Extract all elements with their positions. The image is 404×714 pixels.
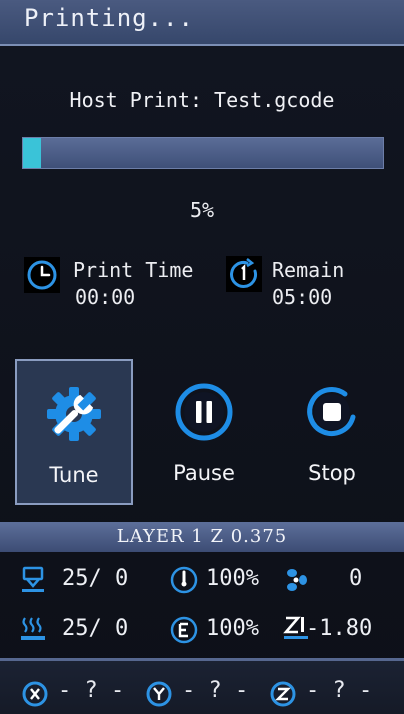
speed-icon [170,566,198,594]
y-axis-value: - ? - [182,678,249,703]
pause-label: Pause [173,461,235,485]
pause-icon [175,383,233,441]
progress-fill [23,138,41,168]
z-axis-value: - ? - [306,678,373,703]
print-time-value: 00:00 [75,285,136,309]
z-offset-value: -1.80 [306,616,373,641]
stats-row-2: 25/ 0 100% -1.80 [0,610,404,650]
stop-button[interactable]: Stop [273,359,391,505]
screen-title: Printing... [24,4,194,32]
progress-bar [22,137,384,169]
gear-wrench-icon [47,387,101,441]
progress-percent: 5% [189,198,215,222]
x-axis-icon [22,681,48,707]
clock-icon [24,257,60,293]
bed-temp: 25/ 0 [62,616,129,641]
print-time-label: Print Time [73,258,194,282]
print-file-label: Host Print: Test.gcode [69,88,335,112]
stats-row-1: 25/ 0 100% 0 [0,560,404,600]
speed-percent: 100% [206,566,259,591]
tune-button[interactable]: Tune [15,359,133,505]
pause-button[interactable]: Pause [145,359,263,505]
fan-icon [287,569,307,591]
bed-icon [21,617,45,640]
flow-percent: 100% [206,616,259,641]
timer-icon [226,256,262,292]
tune-label: Tune [49,463,99,487]
y-axis-icon [146,681,172,707]
fan-speed: 0 [349,566,363,591]
z-axis-icon [270,681,296,707]
hotend-icon [22,566,44,592]
layer-info-bar: LAYER 1 Z 0.375 [0,522,404,552]
remain-label: Remain [272,258,345,282]
title-bar: Printing... [0,0,404,46]
axis-status-bar: - ? - - ? - - ? - [0,658,404,714]
hotend-temp: 25/ 0 [62,566,129,591]
remain-value: 05:00 [272,285,333,309]
x-axis-value: - ? - [58,678,125,703]
flow-icon [170,616,198,644]
stop-label: Stop [308,461,356,485]
stop-icon [307,387,356,436]
